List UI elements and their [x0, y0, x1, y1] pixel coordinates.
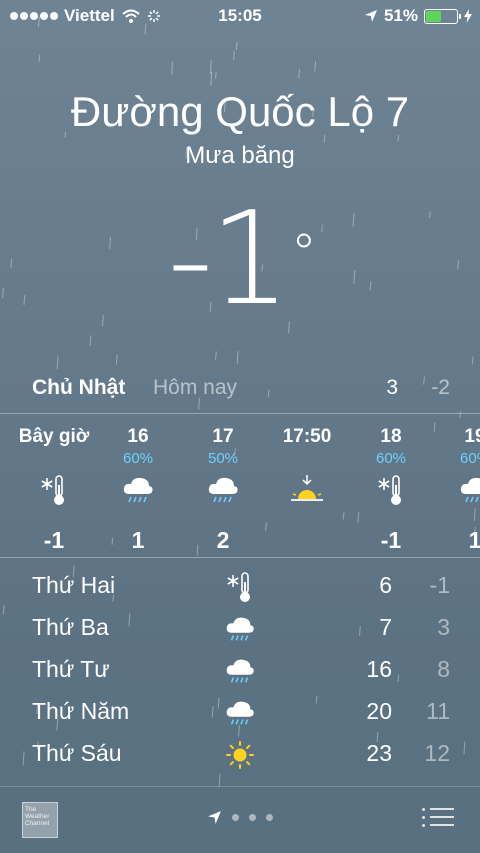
freezing-icon [346, 470, 436, 510]
day-name: Thứ Năm [32, 698, 130, 724]
bottom-toolbar: The Weather Channel [0, 786, 480, 853]
divider [0, 557, 480, 558]
day-low: 12 [424, 740, 450, 766]
page-dot [249, 814, 256, 821]
today-day: Chủ Nhật [32, 376, 126, 399]
day-name: Thứ Tư [32, 656, 110, 682]
day-high: 20 [366, 698, 392, 724]
precip-chance: 60% [459, 450, 480, 467]
today-high: 3 [386, 376, 398, 399]
daily-forecast: Thứ Hai 6 -1 Thứ Ba 7 3 Thứ Tư 16 8 Thứ … [0, 567, 480, 777]
freezing-icon [9, 470, 99, 510]
today-label: Hôm nay [153, 376, 238, 399]
city-list-icon[interactable] [422, 807, 454, 832]
weather-condition: Mưa băng [185, 142, 295, 169]
page-dot [232, 814, 239, 821]
day-name: Thứ Ba [32, 614, 109, 640]
day-low: 8 [437, 656, 450, 682]
battery-percent: 51% [383, 6, 418, 25]
day-high: 7 [379, 614, 392, 640]
hourly-item: Bây giờ -1 [9, 426, 99, 554]
degree-symbol: ° [290, 224, 317, 284]
day-high: 16 [366, 656, 392, 682]
hour-label: Bây giờ [18, 426, 90, 447]
precip-chance [262, 450, 352, 470]
daily-row: Thứ Hai 6 -1 [0, 567, 480, 609]
rain-icon [224, 655, 256, 687]
daily-row: Thứ Ba 7 3 [0, 609, 480, 651]
day-name: Thứ Sáu [32, 740, 122, 766]
hourly-item: 17:50 [262, 426, 352, 527]
hour-label: 17 [212, 426, 234, 447]
rain-icon [178, 470, 268, 510]
status-bar: Viettel 15:05 51% [0, 0, 480, 34]
daily-row: Thứ Tư 16 8 [0, 651, 480, 693]
page-indicator[interactable] [0, 810, 480, 825]
day-high: 6 [379, 572, 392, 598]
location-name: Đường Quốc Lộ 7 [70, 88, 410, 135]
charging-bolt-icon [464, 9, 472, 23]
today-summary: Chủ Nhật Hôm nay 3 -2 [0, 372, 480, 404]
location-arrow-icon [208, 811, 221, 824]
precip-chance: 60% [375, 450, 407, 467]
day-low: 11 [426, 698, 450, 724]
sun-icon [224, 739, 256, 771]
precip-chance [9, 450, 99, 470]
hourly-item: 17 50% 2 [178, 426, 268, 554]
day-name: Thứ Hai [32, 572, 116, 598]
freezing-icon [224, 571, 256, 603]
day-low: 3 [437, 614, 450, 640]
current-temperature: -1° [167, 185, 317, 334]
hour-label: 19 [464, 426, 480, 447]
rain-icon [224, 697, 256, 729]
rain-icon [93, 470, 183, 510]
sunset-icon [262, 470, 352, 510]
page-dot [266, 814, 273, 821]
precip-chance: 60% [122, 450, 154, 467]
battery-icon [424, 8, 461, 24]
hour-label: 16 [127, 426, 149, 447]
daily-row: Thứ Sáu 23 12 [0, 735, 480, 777]
rain-icon [430, 470, 480, 510]
hour-label: 17:50 [282, 426, 332, 447]
today-low: -2 [431, 376, 450, 399]
daily-row: Thứ Năm 20 11 [0, 693, 480, 735]
precip-chance: 50% [207, 450, 239, 467]
hour-temperature: 1 [468, 527, 480, 553]
hour-label: 18 [380, 426, 402, 447]
hourly-forecast[interactable]: Bây giờ -1 16 60% 1 17 50% 2 17:50 18 60… [0, 414, 480, 556]
hour-temperature: -1 [380, 527, 402, 553]
hour-temperature: -1 [43, 527, 65, 553]
hour-temperature: 2 [216, 527, 230, 553]
location-arrow-icon [364, 10, 377, 22]
day-high: 23 [366, 740, 392, 766]
hour-temperature: 1 [131, 527, 145, 553]
hourly-item: 16 60% 1 [93, 426, 183, 554]
hourly-item: 18 60% -1 [346, 426, 436, 554]
rain-icon [224, 613, 256, 645]
hourly-item: 19 60% 1 [430, 426, 480, 554]
day-low: -1 [429, 572, 450, 598]
